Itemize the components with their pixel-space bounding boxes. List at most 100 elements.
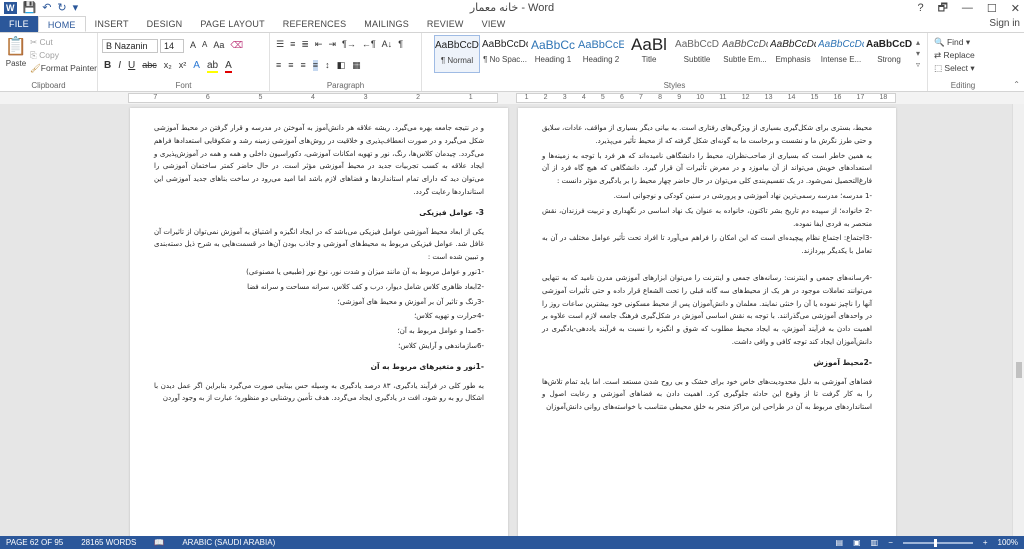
paragraph[interactable]: محیط، بستری برای شکل‌گیری بسیاری از ویژگ… (542, 122, 872, 148)
align-right-icon[interactable]: ≡ (301, 60, 306, 71)
list-item[interactable]: -1 مدرسه؛ مدرسه رسمی‌ترین نهاد آموزشی و … (542, 190, 872, 203)
font-size-box[interactable]: 14 (160, 39, 184, 53)
list-item[interactable]: -3اجتماع: اجتماع نظام پیچیده‌ای است که ا… (542, 232, 872, 258)
align-left-icon[interactable]: ≡ (276, 60, 281, 71)
bold-button[interactable]: B (104, 60, 111, 73)
minimize-button[interactable]: — (962, 2, 973, 14)
tab-view[interactable]: VIEW (473, 16, 515, 32)
highlight-icon[interactable]: ab (206, 60, 219, 73)
subscript-button[interactable]: x₂ (164, 60, 172, 73)
font-color-button[interactable]: A (225, 60, 232, 73)
web-layout-icon[interactable]: ▥ (871, 536, 879, 549)
tab-insert[interactable]: INSERT (86, 16, 138, 32)
read-mode-icon[interactable]: ▤ (836, 536, 844, 549)
heading[interactable]: -1نور و متغیرهای مربوط به آن (154, 361, 484, 374)
list-item[interactable]: -5صدا و عوامل مربوط به آن؛ (154, 325, 484, 338)
text-effects-icon[interactable]: A (193, 60, 200, 73)
tab-mailings[interactable]: MAILINGS (355, 16, 418, 32)
grow-font-button[interactable]: A (190, 40, 196, 51)
paragraph[interactable]: فضاهای آموزشی به دلیل محدودیت‌های خاص خو… (542, 376, 872, 414)
paragraph[interactable]: به طور کلی در فرآیند یادگیری، ۸۳ درصد یا… (154, 380, 484, 406)
cut-button[interactable]: ✂ Cut (30, 36, 97, 49)
undo-icon[interactable]: ↶ (42, 0, 51, 16)
italic-button[interactable]: I (118, 60, 121, 73)
ltr-icon[interactable]: ¶→ (342, 39, 356, 50)
zoom-out-button[interactable]: − (888, 536, 893, 549)
page-count[interactable]: PAGE 62 OF 95 (6, 536, 63, 549)
word-count[interactable]: 28165 WORDS (81, 536, 136, 549)
tab-page-layout[interactable]: PAGE LAYOUT (191, 16, 273, 32)
tab-home[interactable]: HOME (37, 16, 86, 32)
format-painter-button[interactable]: 🖌Format Painter (30, 62, 97, 75)
close-button[interactable]: ✕ (1011, 2, 1020, 15)
style-emphasis[interactable]: AaBbCcDd Emphasis (770, 35, 816, 73)
ruler-left-page[interactable]: 7 6 5 4 3 2 1 (128, 93, 498, 103)
show-marks-button[interactable]: ¶ (398, 39, 403, 50)
line-spacing-icon[interactable]: ↕ (325, 60, 330, 71)
shrink-font-button[interactable]: A (202, 40, 207, 51)
sign-in-link[interactable]: Sign in (989, 16, 1020, 32)
style-no-spacing[interactable]: AaBbCcDd ¶ No Spac... (482, 35, 528, 73)
underline-button[interactable]: U (128, 60, 135, 73)
decrease-indent-icon[interactable]: ⇤ (315, 39, 323, 50)
list-item[interactable]: -6سازماندهی و آرایش کلاس؛ (154, 340, 484, 353)
borders-icon[interactable]: ▦ (352, 60, 361, 71)
save-icon[interactable]: 💾 (23, 0, 37, 16)
style-subtle-emphasis[interactable]: AaBbCcDd Subtle Em... (722, 35, 768, 73)
ruler-right-page[interactable]: 1 2 3 4 5 6 7 8 9 10 11 12 13 14 15 16 1… (516, 93, 896, 103)
font-name-box[interactable]: B Nazanin (102, 39, 158, 53)
list-item[interactable]: -2 خانواده؛ از سپیده دم تاریخ بشر تاکنون… (542, 205, 872, 231)
heading[interactable]: 3- عوامل فیزیکی (154, 207, 484, 220)
page-right[interactable]: محیط، بستری برای شکل‌گیری بسیاری از ویژگ… (518, 108, 896, 536)
style-strong[interactable]: AaBbCcDc Strong (866, 35, 912, 73)
replace-button[interactable]: ⇄ Replace (934, 49, 975, 62)
zoom-in-button[interactable]: + (983, 536, 988, 549)
styles-scroll[interactable]: ▴ ▾ ▿ (916, 37, 920, 70)
select-button[interactable]: ⬚ Select ▾ (934, 62, 975, 75)
copy-button[interactable]: ⎘ Copy (30, 49, 97, 62)
page-left[interactable]: و در نتیجه جامعه بهره می‌گیرد. ریشه علاق… (130, 108, 508, 536)
paragraph[interactable]: یکی از ابعاد محیط آموزشی عوامل فیزیکی می… (154, 226, 484, 264)
style-intense-emphasis[interactable]: AaBbCcDd Intense E... (818, 35, 864, 73)
paragraph[interactable]: به همین خاطر است که بسیاری از صاحب‌نظران… (542, 150, 872, 188)
tab-file[interactable]: FILE (0, 16, 38, 32)
vertical-scrollbar[interactable] (1012, 104, 1024, 536)
list-item[interactable]: -1نور و عوامل مربوط به آن مانند میزان و … (154, 266, 484, 279)
find-button[interactable]: 🔍 Find ▾ (934, 36, 975, 49)
align-center-icon[interactable]: ≡ (288, 60, 293, 71)
list-item[interactable]: -3رنگ و تاثیر آن بر آموزش و محیط های آمو… (154, 296, 484, 309)
paragraph[interactable]: و در نتیجه جامعه بهره می‌گیرد. ریشه علاق… (154, 122, 484, 199)
proofing-icon[interactable]: 📖 (154, 536, 164, 549)
tab-references[interactable]: REFERENCES (274, 16, 356, 32)
page-right-text[interactable]: محیط، بستری برای شکل‌گیری بسیاری از ویژگ… (542, 122, 872, 416)
superscript-button[interactable]: x² (179, 60, 187, 73)
style-title[interactable]: AaBl Title (626, 35, 672, 73)
tab-review[interactable]: REVIEW (418, 16, 473, 32)
print-layout-icon[interactable]: ▣ (853, 536, 861, 549)
list-item[interactable]: -4حرارت و تهویه کلاس؛ (154, 310, 484, 323)
paste-button[interactable]: 📋 Paste (4, 35, 28, 70)
style-heading-1[interactable]: AaBbCc Heading 1 (530, 35, 576, 73)
help-button[interactable]: ? (917, 2, 923, 14)
maximize-button[interactable]: ☐ (987, 2, 997, 15)
scrollbar-thumb[interactable] (1016, 362, 1022, 378)
ribbon-display-button[interactable]: 🗗 (938, 0, 948, 18)
heading[interactable]: -2محیط آموزش (542, 357, 872, 370)
zoom-slider[interactable] (902, 538, 973, 547)
rtl-icon[interactable]: ←¶ (362, 39, 376, 50)
numbering-icon[interactable]: ≡ (290, 39, 295, 50)
style-heading-2[interactable]: AaBbCcE Heading 2 (578, 35, 624, 73)
collapse-ribbon-icon[interactable]: ⌃ (1013, 80, 1020, 89)
style-subtitle[interactable]: AaBbCcD Subtitle (674, 35, 720, 73)
language[interactable]: ARABIC (SAUDI ARABIA) (182, 536, 275, 549)
tab-design[interactable]: DESIGN (138, 16, 192, 32)
sort-icon[interactable]: A↓ (382, 39, 393, 50)
bullets-icon[interactable]: ☰ (276, 39, 284, 50)
list-item[interactable]: -2ابعاد ظاهری کلاس شامل دیوار، درب و کف … (154, 281, 484, 294)
shading-icon[interactable]: ◧ (337, 60, 346, 71)
zoom-level[interactable]: 100% (998, 536, 1018, 549)
page-left-text[interactable]: و در نتیجه جامعه بهره می‌گیرد. ریشه علاق… (154, 122, 484, 407)
style-normal[interactable]: AaBbCcDd ¶ Normal (434, 35, 480, 73)
zoom-slider-thumb[interactable] (933, 538, 937, 547)
list-item[interactable]: -4رسانه‌های جمعی و اینترنت: رسانه‌های جم… (542, 272, 872, 349)
